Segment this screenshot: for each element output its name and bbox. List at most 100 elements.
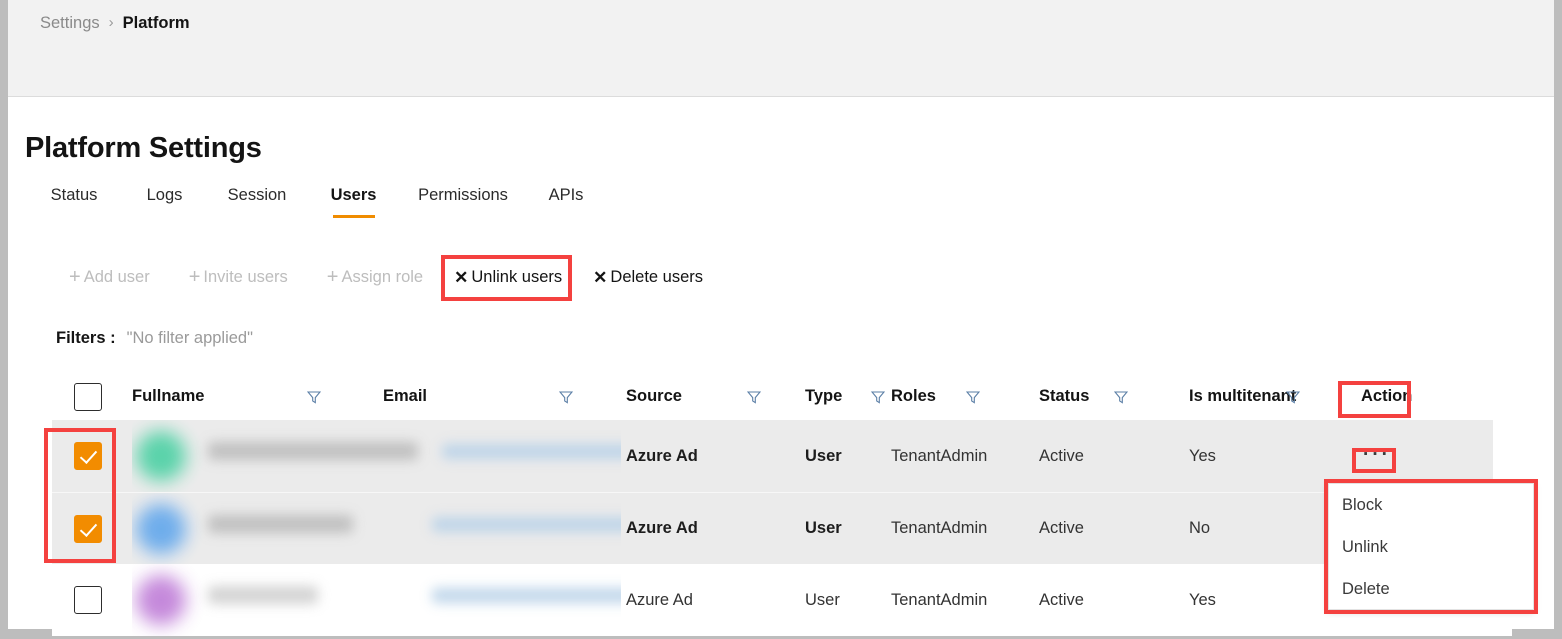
row-type-cell: User (805, 446, 842, 465)
row-type-cell: User (805, 519, 842, 537)
delete-users-button[interactable]: ✕ Delete users (587, 261, 709, 294)
close-icon: ✕ (454, 267, 469, 287)
column-header-source[interactable]: Source (621, 373, 801, 420)
page-title: Platform Settings (25, 132, 262, 164)
avatar (136, 503, 186, 554)
filter-funnel-icon[interactable] (558, 390, 574, 404)
filter-funnel-icon[interactable] (306, 390, 322, 404)
row-is-multitenant-cell: Yes (1189, 446, 1216, 465)
filters-label: Filters : (56, 329, 116, 347)
page-content: Platform Settings Status Logs Session Us… (8, 98, 1554, 636)
row-is-multitenant-cell: Yes (1189, 590, 1216, 609)
filters-value[interactable]: "No filter applied" (127, 329, 253, 348)
row-roles-cell: TenantAdmin (891, 519, 988, 537)
redacted-fullname (208, 586, 318, 604)
menu-item-unlink[interactable]: Unlink (1329, 526, 1533, 568)
redacted-user-identity (132, 493, 621, 565)
row-is-multitenant-cell: No (1189, 519, 1211, 537)
column-header-label: Email (383, 387, 428, 405)
filter-funnel-icon[interactable] (1113, 390, 1129, 404)
window-left-edge (0, 0, 8, 639)
row-checkbox[interactable] (74, 442, 102, 470)
filters-row: Filters : "No filter applied" (56, 329, 253, 348)
breadcrumb: Settings › Platform (40, 14, 190, 33)
filter-funnel-icon[interactable] (1285, 390, 1301, 404)
row-checkbox[interactable] (74, 514, 102, 543)
tab-status[interactable]: Status (26, 186, 122, 218)
avatar (136, 575, 186, 625)
table-row[interactable]: Azure Ad User TenantAdmin Active No (52, 492, 1493, 564)
tab-bar: Status Logs Session Users Permissions AP… (26, 186, 606, 218)
column-header-label: Action (1361, 387, 1413, 405)
redacted-email (442, 444, 621, 459)
tab-users[interactable]: Users (307, 186, 400, 218)
tab-apis[interactable]: APIs (526, 186, 606, 218)
filter-funnel-icon[interactable] (965, 390, 981, 404)
redacted-email (432, 588, 621, 603)
row-action-menu-button[interactable]: ··· (1361, 441, 1393, 472)
unlink-users-button[interactable]: ✕ Unlink users (448, 261, 568, 294)
filter-funnel-icon[interactable] (746, 390, 762, 404)
row-user-cell (124, 493, 621, 565)
row-action-dropdown: Block Unlink Delete (1328, 483, 1534, 610)
column-header-action: Action (1347, 373, 1467, 420)
row-status-cell: Active (1039, 590, 1084, 609)
select-all-header (52, 373, 124, 420)
column-header-label: Is multitenant (1189, 387, 1297, 405)
avatar (136, 431, 186, 481)
delete-users-label: Delete users (610, 267, 704, 286)
column-header-is-multitenant[interactable]: Is multitenant (1185, 373, 1347, 420)
column-header-roles[interactable]: Roles (887, 373, 1035, 420)
redacted-fullname (208, 514, 353, 533)
table-row[interactable]: Azure Ad User TenantAdmin Active Yes ··· (52, 420, 1493, 492)
plus-icon: + (188, 266, 201, 288)
column-header-label: Type (805, 387, 843, 405)
add-user-label: Add user (83, 267, 150, 286)
row-source-cell: Azure Ad (626, 446, 698, 465)
users-table: Fullname Email Source Type Roles Status … (52, 373, 1512, 636)
row-roles-cell: TenantAdmin (891, 446, 988, 465)
row-select-cell (52, 493, 124, 565)
row-source-cell: Azure Ad (626, 519, 698, 537)
row-user-cell (124, 420, 621, 492)
redacted-fullname (208, 442, 418, 460)
tab-session[interactable]: Session (207, 186, 307, 218)
column-header-label: Fullname (132, 387, 205, 405)
select-all-checkbox[interactable] (74, 382, 102, 411)
tab-permissions[interactable]: Permissions (400, 186, 526, 218)
tab-logs[interactable]: Logs (122, 186, 207, 218)
window-right-edge (1554, 0, 1562, 639)
column-header-fullname[interactable]: Fullname (124, 373, 376, 420)
filter-funnel-icon[interactable] (870, 390, 886, 404)
breadcrumb-bar: Settings › Platform (8, 0, 1554, 97)
redacted-user-identity (132, 564, 621, 636)
row-user-cell (124, 564, 621, 636)
column-header-type[interactable]: Type (801, 373, 887, 420)
row-select-cell (52, 564, 124, 636)
breadcrumb-item-platform: Platform (122, 14, 190, 32)
invite-users-button[interactable]: + Invite users (183, 260, 294, 294)
assign-role-button[interactable]: + Assign role (321, 260, 429, 294)
add-user-button[interactable]: + Add user (63, 260, 156, 294)
close-icon: ✕ (593, 267, 608, 287)
menu-item-delete[interactable]: Delete (1329, 569, 1533, 611)
table-row[interactable]: Azure Ad User TenantAdmin Active Yes (52, 564, 1512, 636)
chevron-right-icon: › (108, 14, 114, 31)
row-checkbox[interactable] (74, 586, 102, 614)
unlink-users-label: Unlink users (471, 267, 563, 286)
redacted-email (432, 516, 621, 532)
plus-icon: + (69, 266, 81, 288)
breadcrumb-item-settings[interactable]: Settings (40, 14, 100, 33)
column-header-label: Status (1039, 387, 1090, 405)
row-roles-cell: TenantAdmin (891, 590, 988, 609)
row-source-cell: Azure Ad (626, 590, 693, 609)
redacted-user-identity (132, 420, 621, 492)
row-status-cell: Active (1039, 446, 1084, 465)
column-header-status[interactable]: Status (1035, 373, 1185, 420)
row-action-cell: ··· (1347, 420, 1467, 492)
table-header-row: Fullname Email Source Type Roles Status … (52, 373, 1512, 420)
row-select-cell (52, 420, 124, 492)
row-status-cell: Active (1039, 519, 1084, 537)
column-header-email[interactable]: Email (376, 373, 621, 420)
menu-item-block[interactable]: Block (1329, 484, 1533, 526)
